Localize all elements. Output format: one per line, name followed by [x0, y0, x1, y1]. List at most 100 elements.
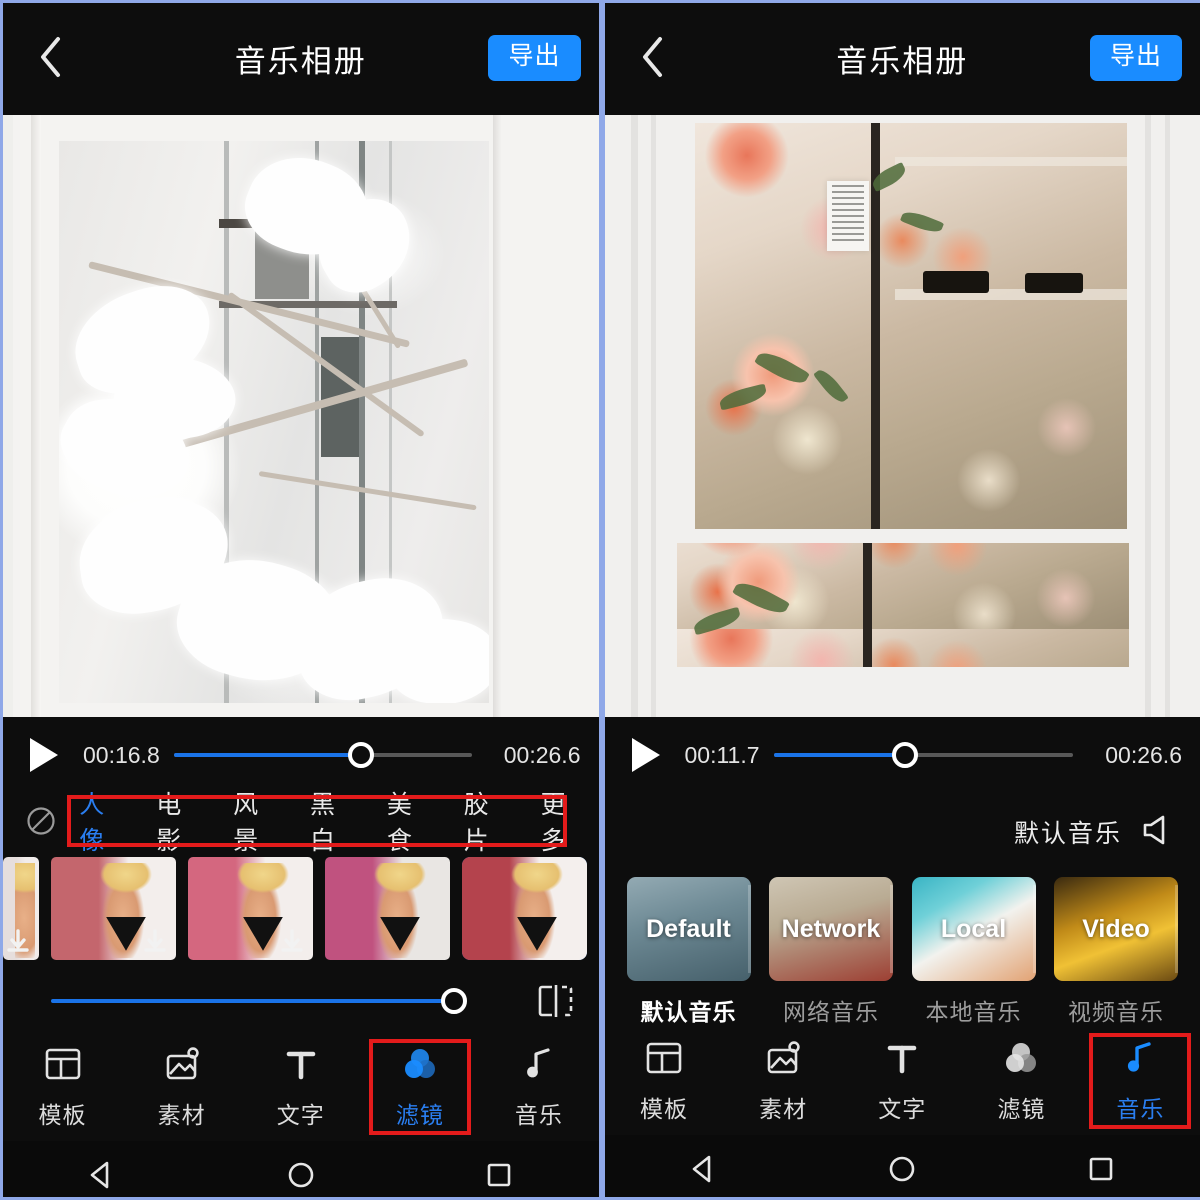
no-filter-icon — [27, 807, 55, 835]
music-card-art: Video — [1054, 877, 1178, 981]
nav-item-music[interactable]: 音乐 — [479, 1033, 598, 1141]
nav-item-template[interactable]: 模板 — [3, 1033, 122, 1141]
nav-item-text[interactable]: 文字 — [843, 1027, 962, 1135]
seek-handle[interactable] — [892, 742, 919, 768]
system-recents-button[interactable] — [1084, 1152, 1118, 1186]
nav-item-media[interactable]: 素材 — [724, 1027, 843, 1135]
music-card-en-label: Video — [1082, 914, 1150, 943]
filter-tab-2[interactable]: 风景 — [214, 783, 291, 859]
nav-item-media[interactable]: 素材 — [122, 1033, 241, 1141]
nav-item-filter[interactable]: 滤镜 — [360, 1033, 479, 1141]
filter-thumb-1[interactable] — [51, 857, 176, 960]
flower-shop-scene — [604, 115, 1200, 717]
text-icon — [286, 1051, 316, 1080]
nav-label: 素材 — [157, 1102, 206, 1128]
play-button[interactable] — [623, 736, 667, 774]
filter-thumb-2[interactable] — [188, 857, 313, 960]
intensity-slider[interactable] — [23, 987, 517, 1015]
filter-tab-4[interactable]: 美食 — [368, 783, 445, 859]
filter-icon — [1006, 1043, 1037, 1072]
text-icon — [887, 1045, 917, 1074]
volume-button[interactable] — [1140, 814, 1174, 851]
filter-tab-0[interactable]: 人像 — [60, 783, 137, 859]
nav-label: 音乐 — [1116, 1096, 1165, 1122]
filter-thumbnail-strip[interactable] — [3, 849, 599, 969]
compare-button[interactable] — [533, 984, 579, 1018]
preview-canvas-right[interactable] — [604, 115, 1200, 717]
player-bar-left: 00:16.8 00:26.6 — [3, 717, 599, 793]
speaker-icon — [1143, 815, 1165, 844]
download-icon[interactable] — [3, 926, 33, 956]
play-button[interactable] — [21, 736, 65, 774]
intensity-handle[interactable] — [440, 988, 467, 1014]
no-filter-button[interactable] — [21, 806, 60, 836]
nav-label: 文字 — [276, 1102, 325, 1128]
music-card-art: Local — [911, 877, 1036, 981]
total-time: 00:26.6 — [503, 741, 581, 768]
nav-item-filter[interactable]: 滤镜 — [962, 1027, 1081, 1135]
music-card-en-label: Local — [940, 914, 1007, 943]
music-card-en-label: Network — [781, 914, 881, 943]
compare-split-icon — [538, 985, 572, 1017]
filter-thumb-3[interactable] — [325, 857, 450, 960]
music-card-cn-label: 视频音乐 — [1068, 999, 1164, 1025]
music-card-video[interactable]: Video 视频音乐 — [1054, 877, 1178, 1027]
total-time: 00:26.6 — [1105, 741, 1182, 768]
seek-slider-left[interactable] — [173, 740, 472, 770]
system-back-button[interactable] — [85, 1158, 119, 1192]
music-card-en-label: Default — [646, 914, 731, 943]
nav-label: 音乐 — [514, 1102, 563, 1128]
system-nav-left — [3, 1141, 599, 1197]
export-button[interactable]: 导出 — [488, 35, 581, 81]
filter-tab-1[interactable]: 电影 — [137, 783, 214, 859]
media-icon — [166, 1047, 199, 1080]
filter-tray: 人像 电影 风景 黑白 美食 胶片 更多 — [3, 791, 599, 1033]
play-icon — [30, 738, 58, 772]
music-tray: 默认音乐 Default 默认音乐 Network 网络音乐 Local 本地音… — [604, 793, 1200, 1027]
system-recents-button[interactable] — [482, 1158, 516, 1192]
download-icon[interactable] — [277, 926, 307, 956]
current-music-label: 默认音乐 — [1013, 820, 1122, 848]
nav-label: 模板 — [38, 1102, 87, 1128]
media-icon — [767, 1041, 800, 1074]
filter-tab-6[interactable]: 更多 — [522, 783, 599, 859]
preview-canvas-left[interactable] — [3, 115, 599, 717]
app-header-right: 音乐相册 导出 — [604, 3, 1200, 115]
export-button[interactable]: 导出 — [1089, 35, 1182, 81]
filter-tab-3[interactable]: 黑白 — [291, 783, 368, 859]
music-card-default[interactable]: Default 默认音乐 — [626, 877, 751, 1027]
current-time: 00:11.7 — [684, 741, 760, 768]
nav-label: 模板 — [640, 1096, 689, 1122]
circle-home-icon — [889, 1156, 915, 1182]
seek-slider-right[interactable] — [773, 740, 1074, 770]
download-icon[interactable] — [140, 926, 170, 956]
filter-thumb-partial-left[interactable] — [3, 857, 39, 960]
filter-thumb-4[interactable] — [462, 857, 587, 960]
music-card-local[interactable]: Local 本地音乐 — [911, 877, 1036, 1027]
nav-label: 文字 — [878, 1096, 927, 1122]
filter-category-tabs: 人像 电影 风景 黑白 美食 胶片 更多 — [3, 791, 599, 855]
nav-item-music[interactable]: 音乐 — [1081, 1027, 1200, 1135]
nav-label: 滤镜 — [997, 1096, 1046, 1122]
player-bar-right: 00:11.7 00:26.6 — [604, 717, 1200, 793]
preview-image-right-strip — [676, 543, 1129, 667]
system-home-button[interactable] — [284, 1158, 318, 1192]
preview-image-left — [59, 141, 489, 703]
system-home-button[interactable] — [885, 1152, 919, 1186]
current-music-row: 默认音乐 — [605, 793, 1200, 871]
music-source-cards[interactable]: Default 默认音乐 Network 网络音乐 Local 本地音乐 Vid… — [605, 871, 1200, 1027]
magnolia-photo-scene — [3, 115, 599, 717]
filter-tab-5[interactable]: 胶片 — [445, 783, 522, 859]
music-card-network[interactable]: Network 网络音乐 — [769, 877, 893, 1027]
bottom-nav-left: 模板 素材 文字 滤镜 音乐 — [3, 1033, 599, 1141]
nav-item-template[interactable]: 模板 — [605, 1027, 724, 1135]
system-back-button[interactable] — [687, 1152, 721, 1186]
music-icon — [1128, 1042, 1152, 1072]
bottom-nav-right: 模板 素材 文字 滤镜 音乐 — [604, 1027, 1200, 1135]
music-card-cn-label: 网络音乐 — [783, 999, 879, 1025]
nav-item-text[interactable]: 文字 — [241, 1033, 360, 1141]
music-card-cn-label: 默认音乐 — [640, 999, 737, 1025]
music-card-art: Network — [769, 877, 893, 981]
system-nav-right — [604, 1135, 1200, 1197]
seek-handle[interactable] — [348, 742, 375, 768]
